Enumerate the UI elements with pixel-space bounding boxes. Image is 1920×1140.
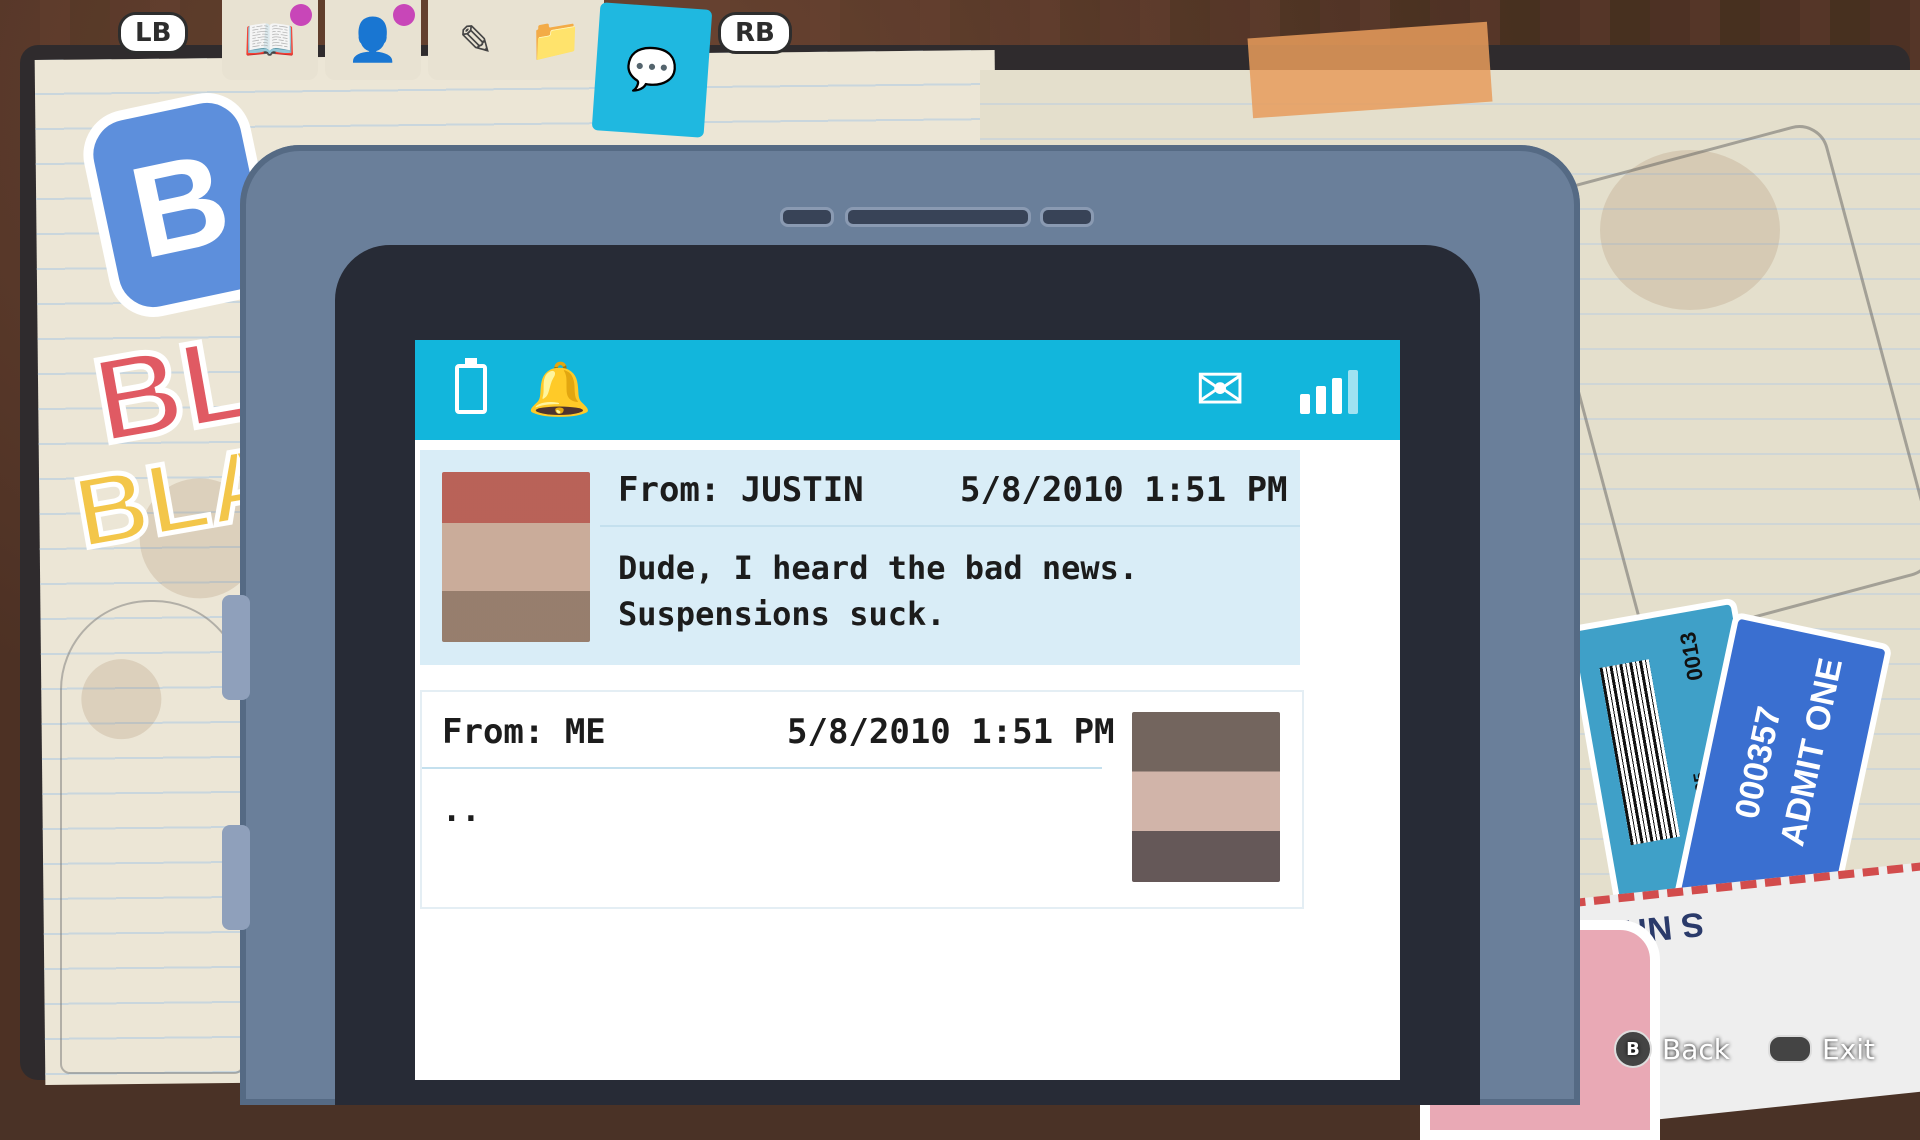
- phone-speaker: [845, 207, 1031, 227]
- new-indicator-icon: [290, 4, 312, 26]
- back-prompt[interactable]: B Back: [1613, 1030, 1730, 1068]
- back-label: Back: [1661, 1032, 1730, 1066]
- battery-icon: [455, 358, 487, 414]
- phone-screen: 🔔 ✉ From: JUSTIN 5/8/2010 1:51 PM Dude, …: [415, 340, 1400, 1080]
- message-sender: From: JUSTIN: [618, 470, 864, 510]
- message-item[interactable]: From: JUSTIN 5/8/2010 1:51 PM Dude, I he…: [420, 450, 1300, 665]
- top-tab-bar: LB 📖 👤 ✎ 📁 💬 RB: [0, 0, 1920, 138]
- chloe-avatar: [1132, 712, 1280, 882]
- exit-prompt[interactable]: Exit: [1767, 1030, 1875, 1068]
- tab-journal[interactable]: 📖: [222, 0, 318, 80]
- message-timestamp: 5/8/2010 1:51 PM: [960, 470, 1288, 510]
- collectibles-folder-icon: 📁: [529, 15, 583, 63]
- tab-collectibles[interactable]: 📁: [508, 0, 604, 80]
- message-sender: From: ME: [442, 712, 606, 752]
- character-sketch: [60, 600, 244, 1074]
- ticket-serial: 0013: [1674, 630, 1708, 683]
- message-divider: [422, 767, 1102, 769]
- phone-side-button: [222, 595, 250, 700]
- tab-messages[interactable]: 💬: [591, 2, 713, 138]
- barcode: [1599, 659, 1681, 846]
- justin-avatar: [442, 472, 590, 642]
- new-indicator-icon: [393, 4, 415, 26]
- ticket-admit-text: ADMIT ONE: [1773, 654, 1851, 850]
- message-item[interactable]: From: ME 5/8/2010 1:51 PM ..: [420, 690, 1304, 909]
- controller-prompts: B Back Exit: [1613, 1030, 1875, 1068]
- envelope-icon: ✉: [1195, 356, 1246, 423]
- view-button-icon: [1767, 1035, 1812, 1063]
- b-button-icon: B: [1613, 1030, 1652, 1068]
- exit-label: Exit: [1821, 1032, 1875, 1066]
- tab-characters[interactable]: 👤: [325, 0, 421, 80]
- journal-icon: 📖: [243, 15, 297, 63]
- message-timestamp: 5/8/2010 1:51 PM: [787, 712, 1115, 752]
- message-body: Dude, I heard the bad news. Suspensions …: [618, 549, 1139, 633]
- phone-status-bar: 🔔 ✉: [415, 340, 1400, 440]
- graffiti-spray-icon: ✎: [458, 16, 494, 64]
- lb-button[interactable]: LB: [118, 12, 189, 54]
- phone-side-button: [222, 825, 250, 930]
- message-body: ..: [442, 791, 481, 829]
- bell-ringing-icon: 🔔: [527, 361, 592, 419]
- phone-speaker: [780, 207, 834, 227]
- rb-button[interactable]: RB: [718, 12, 792, 54]
- phone-speaker: [1040, 207, 1094, 227]
- messages-icon: 💬: [624, 43, 680, 95]
- signal-bars-icon: [1300, 370, 1358, 414]
- message-divider: [600, 525, 1300, 527]
- character-icon: 👤: [346, 15, 400, 63]
